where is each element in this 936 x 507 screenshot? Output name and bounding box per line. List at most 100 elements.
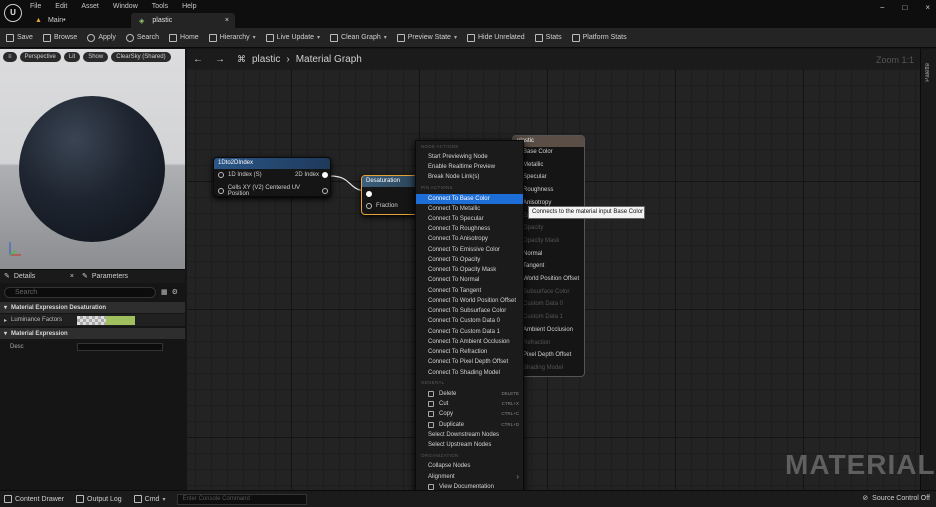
material-input-pin[interactable]: Shading Model	[523, 365, 563, 371]
preview-viewport[interactable]: ≡ Perspective Lit Show ClearSky (Shared)	[0, 49, 185, 269]
menu-item[interactable]: Connect To Ambient Occlusion	[416, 337, 523, 347]
maximize-icon[interactable]: □	[902, 3, 907, 12]
menu-item[interactable]: Connect To Tangent	[416, 286, 523, 296]
home-button[interactable]: Home	[169, 33, 199, 42]
desc-input[interactable]	[77, 343, 163, 351]
menu-item[interactable]: Select Upstream Nodes	[416, 440, 523, 450]
node-1dto2dindex[interactable]: 1Dto2DIndex 1D Index (S) 2D Index Cells …	[213, 157, 331, 197]
browse-button[interactable]: Browse	[42, 33, 77, 42]
source-control-button[interactable]: ⊘ Source Control Off	[862, 494, 930, 503]
material-input-pin[interactable]: Tangent	[523, 263, 544, 269]
menu-item[interactable]: Connect To Opacity Mask	[416, 265, 523, 275]
menu-item[interactable]: Select Downstream Nodes	[416, 430, 523, 440]
node-desaturation[interactable]: Desaturation Fraction	[361, 175, 421, 215]
material-input-pin[interactable]: Roughness	[523, 187, 553, 193]
menu-item[interactable]: Connect To Specular	[416, 214, 523, 224]
material-input-pin[interactable]: Metallic	[523, 162, 543, 168]
menu-item[interactable]: Connect To World Position Offset	[416, 296, 523, 306]
menu-item[interactable]: Connect To Pixel Depth Offset	[416, 357, 523, 367]
show-button[interactable]: Show	[83, 52, 109, 62]
menu-item[interactable]: Enable Realtime Preview	[416, 162, 523, 172]
search-button[interactable]: Search	[125, 33, 159, 42]
menu-item[interactable]: Connect To Anisotropy	[416, 234, 523, 244]
unreal-logo-icon[interactable]: U	[4, 4, 22, 22]
menu-item[interactable]: Connect To Custom Data 1	[416, 327, 523, 337]
menu-item[interactable]: Break Node Link(s)	[416, 172, 523, 182]
material-input-pin[interactable]: Ambient Occlusion	[523, 327, 573, 333]
hierarchy-button[interactable]: Hierarchy ▾	[208, 33, 256, 42]
tab-details[interactable]: ✎ Details ×	[4, 272, 74, 281]
menu-item[interactable]: Delete DELETE	[416, 389, 523, 399]
perspective-button[interactable]: Perspective	[19, 52, 61, 62]
menu-item[interactable]: Connect To Refraction	[416, 347, 523, 357]
gear-icon[interactable]: ⚙	[172, 288, 178, 296]
tab-parameters[interactable]: ✎ Parameters	[82, 272, 128, 281]
content-drawer-button[interactable]: Content Drawer	[4, 495, 64, 503]
menu-item[interactable]: Connect To Emissive Color	[416, 245, 523, 255]
material-input-pin[interactable]: Opacity	[523, 225, 543, 231]
material-input-pin[interactable]: Opacity Mask	[523, 238, 559, 244]
material-input-pin[interactable]: Custom Data 0	[523, 301, 563, 307]
material-input-pin[interactable]: Anisotropy	[523, 200, 551, 206]
material-input-pin[interactable]: Base Color	[523, 149, 553, 155]
menu-asset[interactable]: Asset	[81, 3, 99, 10]
menu-window[interactable]: Window	[113, 3, 138, 10]
sky-dropdown[interactable]: ClearSky (Shared)	[111, 52, 171, 62]
chevron-right-icon[interactable]: ▸	[4, 317, 7, 324]
output-log-button[interactable]: Output Log	[76, 495, 122, 503]
cmd-dropdown[interactable]: Cmd ▾	[133, 495, 165, 503]
material-input-pin[interactable]: World Position Offset	[523, 276, 579, 282]
menu-item[interactable]: Connect To Custom Data 0	[416, 316, 523, 326]
menu-help[interactable]: Help	[182, 3, 196, 10]
material-input-pin[interactable]: Normal	[523, 251, 542, 257]
menu-tools[interactable]: Tools	[152, 3, 168, 10]
preview-state-button[interactable]: Preview State ▾	[396, 33, 457, 42]
menu-item[interactable]: Connect To Shading Model	[416, 368, 523, 378]
hide-unrelated-button[interactable]: Hide Unrelated	[466, 33, 525, 42]
stats-button[interactable]: Stats	[534, 33, 562, 42]
input-pin-icon[interactable]	[218, 172, 224, 178]
console-input[interactable]: Enter Console Command	[177, 493, 308, 505]
menu-file[interactable]: File	[30, 3, 41, 10]
output-pin-icon[interactable]	[322, 172, 328, 178]
lit-button[interactable]: Lit	[63, 52, 81, 62]
tab-main[interactable]: ▲ Main•	[30, 13, 130, 28]
section-desaturation[interactable]: ▾ Material Expression Desaturation	[0, 302, 185, 313]
menu-item[interactable]: Start Previewing Node	[416, 152, 523, 162]
input-pin-icon[interactable]	[366, 191, 372, 197]
input-pin-icon[interactable]	[366, 203, 372, 209]
material-input-pin[interactable]: Subsurface Color	[523, 289, 569, 295]
tab-plastic[interactable]: ◈ plastic ×	[131, 13, 235, 28]
connect-base-color-item[interactable]: Connect To Base Color	[416, 193, 523, 204]
menu-item[interactable]: Cut CTRL+X	[416, 399, 523, 409]
minimize-icon[interactable]: −	[880, 3, 885, 12]
menu-item[interactable]: Duplicate CTRL+D	[416, 420, 523, 430]
material-input-pin[interactable]: Refraction	[523, 340, 550, 346]
live-update-button[interactable]: Live Update ▾	[265, 33, 320, 42]
apply-button[interactable]: Apply	[87, 33, 116, 42]
menu-item[interactable]: Connect To Roughness	[416, 224, 523, 234]
menu-edit[interactable]: Edit	[55, 3, 67, 10]
menu-item[interactable]: Copy CTRL+C	[416, 409, 523, 419]
section-material-expression[interactable]: ▾ Material Expression	[0, 328, 185, 339]
menu-item[interactable]: Collapse Nodes	[416, 461, 523, 471]
clean-graph-button[interactable]: Clean Graph ▾	[330, 33, 387, 42]
material-input-pin[interactable]: Pixel Depth Offset	[523, 352, 571, 358]
grid-icon[interactable]: ▦	[161, 288, 168, 296]
tab-close-icon[interactable]: ×	[225, 17, 229, 24]
close-icon[interactable]: ×	[925, 3, 930, 12]
menu-item[interactable]: Connect To Normal	[416, 275, 523, 285]
close-icon[interactable]: ×	[70, 273, 74, 280]
input-pin-icon[interactable]	[218, 188, 224, 194]
output-pin-icon[interactable]	[322, 188, 328, 194]
menu-item[interactable]: Connect To Opacity	[416, 255, 523, 265]
material-input-pin[interactable]: Specular	[523, 174, 547, 180]
platform-stats-button[interactable]: Platform Stats	[571, 33, 627, 42]
save-button[interactable]: Save	[6, 33, 33, 42]
menu-item[interactable]: Alignment ›	[416, 472, 523, 482]
viewport-menu-icon[interactable]: ≡	[3, 52, 17, 62]
menu-item[interactable]: Connect To Subsurface Color	[416, 306, 523, 316]
details-search-input[interactable]: Search	[4, 287, 156, 298]
material-input-pin[interactable]: Custom Data 1	[523, 314, 563, 320]
menu-item[interactable]: Connect To Metallic	[416, 204, 523, 214]
